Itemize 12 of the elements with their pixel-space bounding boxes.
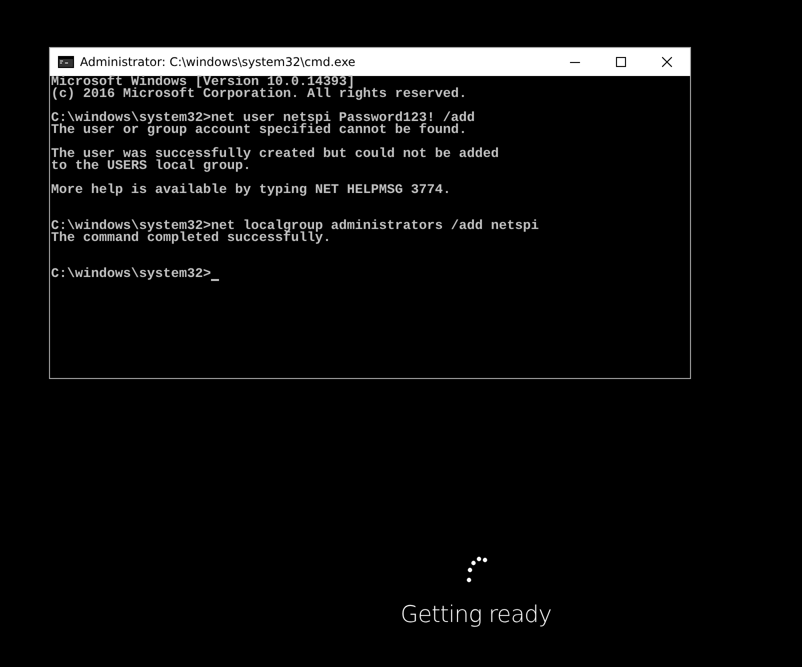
console-app-icon — [58, 56, 74, 68]
console-line: to the USERS local group. — [51, 161, 251, 173]
console-line: More help is available by typing NET HELPMSG 3774. — [51, 185, 451, 197]
console-line: The user or group account specified cannot be found. — [51, 125, 467, 137]
status-message: Getting ready — [400, 602, 552, 628]
console-line: The command completed successfully. — [51, 233, 331, 245]
close-icon — [662, 57, 672, 67]
window-title: Administrator: C:\windows\system32\cmd.exe — [80, 55, 356, 69]
console-line: (c) 2016 Microsoft Corporation. All rights reserved. — [51, 89, 467, 101]
command-prompt: C:\windows\system32> — [51, 269, 211, 281]
maximize-icon — [616, 57, 626, 67]
console-line: C:\windows\system32>net localgroup administrators /add netspi — [51, 221, 539, 233]
